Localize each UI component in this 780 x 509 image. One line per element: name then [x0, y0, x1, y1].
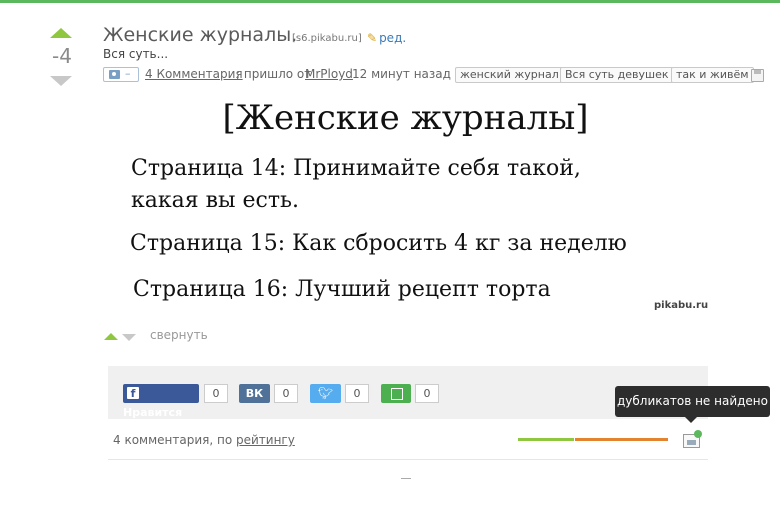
pencil-icon: ✎ — [367, 31, 378, 45]
rating-bar-negative — [575, 438, 668, 441]
vk-share-button[interactable]: ВК — [239, 384, 270, 403]
rating-bar-positive — [518, 438, 574, 441]
edit-label: ред. — [379, 31, 407, 45]
facebook-label: Нравится — [123, 406, 183, 419]
post-image[interactable]: [Женские журналы] Страница 14: Принимайт… — [103, 90, 708, 318]
save-share-button[interactable] — [381, 384, 411, 403]
save-count: 0 — [415, 384, 439, 403]
top-accent-bar — [0, 0, 780, 3]
image-line-1: Страница 14: Принимайте себя такой, — [131, 156, 581, 181]
post-source[interactable]: [s6.pikabu.ru] — [292, 33, 362, 44]
comments-link[interactable]: 4 Комментария — [145, 67, 243, 81]
twitter-count: 0 — [345, 384, 369, 403]
facebook-count: 0 — [204, 384, 228, 403]
image-title: [Женские журналы] — [222, 98, 589, 138]
comments-count-text: 4 комментария, по — [113, 433, 236, 447]
author-link[interactable]: MrPloyd — [305, 67, 353, 81]
image-line-2: какая вы есть. — [131, 188, 299, 213]
rating-bar — [518, 438, 668, 441]
comments-summary: 4 комментария, по рейтингу — [113, 433, 295, 447]
upvote-arrow-icon[interactable] — [50, 28, 72, 38]
tag-vsya-sut-devushek[interactable]: Вся суть девушек — [560, 67, 674, 83]
small-upvote-icon[interactable] — [104, 333, 118, 340]
camera-label: – — [125, 67, 131, 80]
from-text: ; пришло от — [236, 67, 312, 81]
facebook-icon: f — [127, 387, 139, 400]
tag-tak-i-zhivem[interactable]: так и живём — [671, 67, 754, 83]
post-time: 12 минут назад — [352, 67, 451, 81]
post-description: Вся суть... — [103, 47, 169, 61]
post-title[interactable]: Женские журналы. — [103, 24, 297, 46]
check-badge-icon — [694, 430, 702, 438]
twitter-share-button[interactable]: 🐦︎ — [310, 384, 341, 403]
collapse-link[interactable]: свернуть — [150, 328, 208, 342]
small-downvote-icon[interactable] — [122, 334, 136, 341]
divider — [108, 459, 708, 460]
edit-link[interactable]: ✎ ред. — [367, 31, 406, 45]
camera-icon — [109, 70, 120, 79]
tag-zhensky-zhurnal[interactable]: женский журнал — [455, 67, 564, 83]
facebook-like-button[interactable]: f Нравится — [123, 384, 199, 419]
image-line-4: Страница 16: Лучший рецепт торта — [133, 277, 551, 302]
vk-icon: ВК — [245, 387, 264, 400]
vk-count: 0 — [274, 384, 298, 403]
post-score: -4 — [52, 44, 72, 68]
save-post-icon[interactable] — [751, 69, 764, 82]
downvote-arrow-icon[interactable] — [50, 76, 72, 86]
bottom-dash — [401, 478, 411, 479]
twitter-bird-icon: 🐦︎ — [317, 386, 334, 400]
image-line-3: Страница 15: Как сбросить 4 кг за неделю — [130, 231, 627, 256]
duplicates-tooltip: дубликатов не найдено — [615, 386, 770, 423]
duplicate-check-icon[interactable] — [683, 430, 702, 448]
image-watermark: pikabu.ru — [654, 300, 709, 311]
camera-button[interactable]: – — [103, 67, 139, 82]
sort-by-rating-link[interactable]: рейтингу — [236, 433, 295, 447]
